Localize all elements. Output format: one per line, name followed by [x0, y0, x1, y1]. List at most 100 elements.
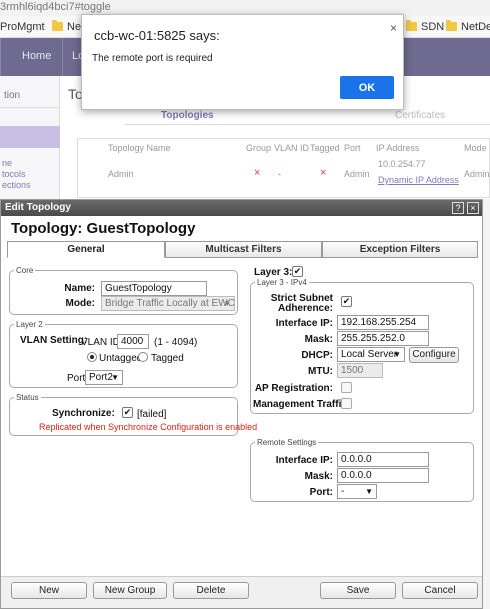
cell-tagged: ×	[320, 167, 327, 179]
core-legend: Core	[16, 266, 34, 275]
nav-divider	[0, 38, 1, 76]
bookmark-netde[interactable]: NetDe	[446, 19, 490, 35]
new-button[interactable]: New	[11, 582, 87, 599]
remote-settings-legend: Remote Settings	[257, 438, 317, 447]
save-button[interactable]: Save	[320, 582, 396, 599]
cell-ip: 10.0.254.77	[378, 159, 426, 169]
close-icon[interactable]: ×	[390, 21, 397, 35]
bookmark-label: ProMgmt	[0, 21, 45, 33]
alert-message: The remote port is required	[92, 53, 213, 64]
strict-subnet-checkbox[interactable]: ✔	[341, 296, 352, 307]
help-icon[interactable]: ?	[452, 202, 464, 214]
close-icon[interactable]: ×	[467, 202, 479, 214]
synchronize-warning: Replicated when Synchronize Configuratio…	[39, 422, 258, 432]
column-header[interactable]: Topology Name	[108, 143, 171, 153]
vlan-setting-label: VLAN Setting:	[20, 335, 88, 346]
topology-heading: Topology: GuestTopology	[11, 220, 196, 237]
strict-subnet-label-2: Adherence:	[277, 303, 333, 314]
nav-home[interactable]: Home	[22, 50, 51, 62]
tab-topologies[interactable]: Topologies	[161, 110, 214, 121]
layer3-legend: Layer 3 - IPv4	[257, 278, 307, 287]
bookmark-label: NetDe	[461, 21, 490, 33]
dhcp-value: Local Server	[341, 349, 398, 360]
chevron-down-icon: ▼	[111, 373, 119, 382]
synchronize-checkbox[interactable]: ✔	[122, 407, 133, 418]
remote-port-select[interactable]: - ▼	[337, 484, 377, 499]
folder-icon	[52, 20, 63, 31]
column-header[interactable]: IP Address	[376, 143, 419, 153]
left-panel-heading: tion	[0, 84, 60, 108]
port-value: Port2	[89, 372, 113, 383]
mode-label: Mode:	[65, 298, 95, 309]
cell-vlan: -	[278, 169, 281, 179]
bookmark-promgmt[interactable]: ProMgmt	[0, 19, 45, 35]
remote-mask-label: Mask:	[304, 471, 333, 482]
column-header[interactable]: VLAN ID	[274, 143, 309, 153]
remote-mask-field[interactable]	[337, 468, 429, 483]
tagged-label: Tagged	[151, 353, 184, 364]
layer3-checkbox[interactable]: ✔	[292, 266, 303, 277]
mask-field[interactable]	[337, 331, 429, 346]
window-title: Edit Topology	[5, 202, 71, 213]
folder-icon	[446, 20, 457, 31]
port-select[interactable]: Port2 ▼	[85, 370, 123, 385]
ap-registration-checkbox[interactable]	[341, 382, 352, 393]
management-traffic-checkbox[interactable]	[341, 398, 352, 409]
window-titlebar[interactable]: Edit Topology	[1, 200, 482, 216]
folder-icon	[406, 20, 417, 31]
name-field[interactable]	[101, 281, 207, 296]
ok-button[interactable]: OK	[340, 76, 394, 99]
mtu-field[interactable]	[337, 363, 383, 378]
left-panel-item[interactable]: ne	[2, 158, 12, 169]
url-text: 3rmhl6iqd4bci7#toggle	[0, 1, 111, 13]
remote-interface-ip-field[interactable]	[337, 452, 429, 467]
column-header[interactable]: Group	[246, 143, 271, 153]
edit-topology-window: Edit Topology ? × Topology: GuestTopolog…	[0, 199, 483, 609]
column-header[interactable]: Mode	[464, 143, 487, 153]
bookmark-label: SDN	[421, 21, 445, 33]
chevron-down-icon: ▼	[223, 299, 231, 308]
tab-bar: General Multicast Filters Exception Filt…	[7, 241, 478, 258]
alert-title: ccb-wc-01:5825 says:	[94, 28, 220, 43]
column-header[interactable]: Tagged	[310, 143, 340, 153]
dhcp-label: DHCP:	[301, 350, 333, 361]
layer3-label: Layer 3:	[254, 267, 293, 278]
interface-ip-field[interactable]	[337, 315, 429, 330]
ap-registration-label: AP Registration:	[254, 383, 333, 394]
tagged-radio[interactable]	[138, 352, 148, 362]
tab-exception-filters[interactable]: Exception Filters	[322, 241, 478, 258]
chevron-down-icon: ▼	[393, 350, 401, 359]
synchronize-status: [failed]	[137, 409, 167, 420]
chevron-down-icon: ▼	[365, 487, 373, 496]
dhcp-select[interactable]: Local Server ▼	[337, 347, 405, 362]
column-header[interactable]: Port	[344, 143, 361, 153]
remote-interface-ip-label: Interface IP:	[275, 455, 333, 466]
tab-general[interactable]: General	[7, 241, 165, 258]
vlan-id-field[interactable]	[117, 334, 149, 349]
new-group-button[interactable]: New Group	[93, 582, 167, 599]
management-traffic-label: Management Traffic:	[253, 399, 351, 410]
cell-port: Admin	[344, 169, 370, 179]
left-panel-item[interactable]: tocols	[2, 169, 26, 180]
untagged-radio[interactable]	[87, 352, 97, 362]
left-panel-item[interactable]: ections	[2, 180, 31, 191]
cell-mode: Admin	[464, 169, 490, 179]
remote-port-value: -	[341, 486, 345, 497]
cell-ip-dynamic-link[interactable]: Dynamic IP Address	[378, 175, 459, 185]
configure-button[interactable]: Configure	[409, 347, 459, 363]
bookmark-sdn[interactable]: SDN	[406, 19, 444, 35]
mode-select[interactable]: Bridge Traffic Locally at EWC ▼	[101, 296, 235, 311]
tab-multicast-filters[interactable]: Multicast Filters	[165, 241, 322, 258]
synchronize-label: Synchronize:	[52, 408, 115, 419]
delete-button[interactable]: Delete	[173, 582, 249, 599]
cancel-button[interactable]: Cancel	[402, 582, 478, 599]
topology-table: Topology Name Group VLAN ID Tagged Port …	[77, 138, 490, 198]
cell-group: ×	[254, 167, 261, 179]
status-legend: Status	[16, 393, 39, 402]
cell-topology-name[interactable]: Admin	[108, 169, 134, 179]
mtu-label: MTU:	[308, 366, 333, 377]
left-panel-selected-item[interactable]	[0, 126, 60, 148]
tab-certificates[interactable]: Certificates	[395, 110, 445, 121]
background-edge	[483, 199, 490, 609]
bookmark-net[interactable]: Net	[52, 19, 84, 35]
